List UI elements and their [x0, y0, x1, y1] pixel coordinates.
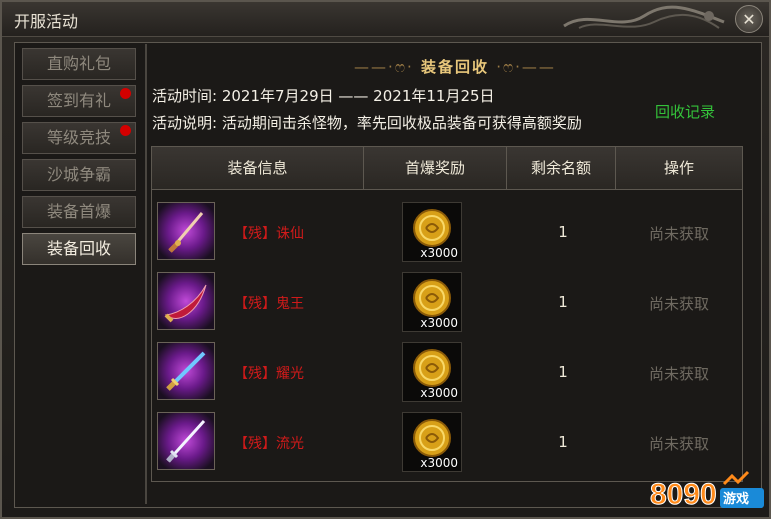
remaining-quota: 1 [558, 433, 568, 451]
claim-status-button[interactable]: 尚未获取 [616, 433, 742, 454]
time-value: 2021年7月29日 —— 2021年11月25日 [221, 87, 495, 105]
activity-time: 活动时间: 2021年7月29日 —— 2021年11月25日 [152, 85, 495, 106]
sidebar-item-recycle[interactable]: 装备回收 [22, 233, 136, 265]
sword-icon[interactable] [157, 342, 215, 400]
sidebar-item-label: 装备首爆 [46, 202, 111, 221]
item-name: 【残】鬼王 [234, 296, 304, 312]
table-row: 【残】诛仙 x3000 1 尚未获取 [152, 199, 742, 269]
column-header-reward: 首爆奖励 [364, 147, 507, 189]
remaining-quota: 1 [558, 223, 568, 241]
table-row: 【残】鬼王 x3000 1 尚未获取 [152, 269, 742, 339]
reward-count: x3000 [420, 316, 458, 330]
activity-description: 活动说明: 活动期间击杀怪物，率先回收极品装备可获得高额奖励 [152, 112, 582, 133]
close-icon: ✕ [742, 9, 756, 29]
divider [145, 44, 147, 504]
sidebar-item-level-race[interactable]: 等级竞技 [22, 122, 136, 154]
item-name: 【残】流光 [234, 436, 304, 452]
blade-icon[interactable] [157, 272, 215, 330]
title-bar: 开服活动 ✕ [2, 2, 769, 37]
sidebar-item-first-drop[interactable]: 装备首爆 [22, 196, 136, 228]
remaining-quota: 1 [558, 363, 568, 381]
desc-value: 活动期间击杀怪物，率先回收极品装备可获得高额奖励 [221, 114, 582, 132]
sidebar-item-castle-war[interactable]: 沙城争霸 [22, 159, 136, 191]
remaining-quota: 1 [558, 293, 568, 311]
claim-status-button[interactable]: 尚未获取 [616, 293, 742, 314]
sword-icon[interactable] [157, 202, 215, 260]
desc-label: 活动说明: [152, 114, 218, 132]
item-name: 【残】耀光 [234, 366, 304, 382]
gold-coin-icon[interactable]: x3000 [402, 272, 462, 332]
sword-icon[interactable] [157, 412, 215, 470]
recycle-record-link[interactable]: 回收记录 [655, 101, 715, 122]
page-title: ——·ෆ· 装备回收 ·ෆ·—— [354, 58, 556, 76]
sidebar-item-label: 直购礼包 [46, 54, 111, 73]
sidebar-item-direct-gift[interactable]: 直购礼包 [22, 48, 136, 80]
sidebar-item-label: 沙城争霸 [46, 165, 111, 184]
table-row: 【残】耀光 x3000 1 尚未获取 [152, 339, 742, 409]
sidebar-item-sign-in[interactable]: 签到有礼 [22, 85, 136, 117]
item-name: 【残】诛仙 [234, 226, 304, 242]
svg-text:8090: 8090 [650, 478, 717, 511]
ornament-left-icon: ——·ෆ· [354, 58, 414, 76]
column-header-remaining: 剩余名额 [507, 147, 616, 189]
notification-dot [120, 88, 131, 99]
table-header: 装备信息 首爆奖励 剩余名额 操作 [152, 147, 742, 190]
time-label: 活动时间: [152, 87, 218, 105]
close-button[interactable]: ✕ [735, 5, 763, 33]
column-header-action: 操作 [663, 159, 694, 177]
reward-count: x3000 [420, 456, 458, 470]
claim-status-button[interactable]: 尚未获取 [616, 223, 742, 244]
gold-coin-icon[interactable]: x3000 [402, 202, 462, 262]
dragon-ornament-icon [563, 5, 725, 29]
column-header-equipment: 装备信息 [152, 147, 364, 189]
site-logo: 8090 游戏 [650, 470, 764, 512]
ornament-right-icon: ·ෆ·—— [496, 58, 556, 76]
sidebar-item-label: 签到有礼 [46, 91, 111, 110]
sidebar-item-label: 等级竞技 [46, 128, 111, 147]
notification-dot [120, 125, 131, 136]
gold-coin-icon[interactable]: x3000 [402, 342, 462, 402]
sidebar: 直购礼包 签到有礼 等级竞技 沙城争霸 装备首爆 装备回收 [22, 48, 140, 270]
reward-count: x3000 [420, 246, 458, 260]
equipment-table: 装备信息 首爆奖励 剩余名额 操作 【残】诛仙 x3000 1 尚未获取 【残】… [151, 146, 743, 482]
window-title: 开服活动 [14, 12, 79, 31]
gold-coin-icon[interactable]: x3000 [402, 412, 462, 472]
sidebar-item-label: 装备回收 [46, 239, 111, 258]
svg-text:游戏: 游戏 [723, 491, 749, 507]
table-row: 【残】流光 x3000 1 尚未获取 [152, 409, 742, 479]
claim-status-button[interactable]: 尚未获取 [616, 363, 742, 384]
reward-count: x3000 [420, 386, 458, 400]
